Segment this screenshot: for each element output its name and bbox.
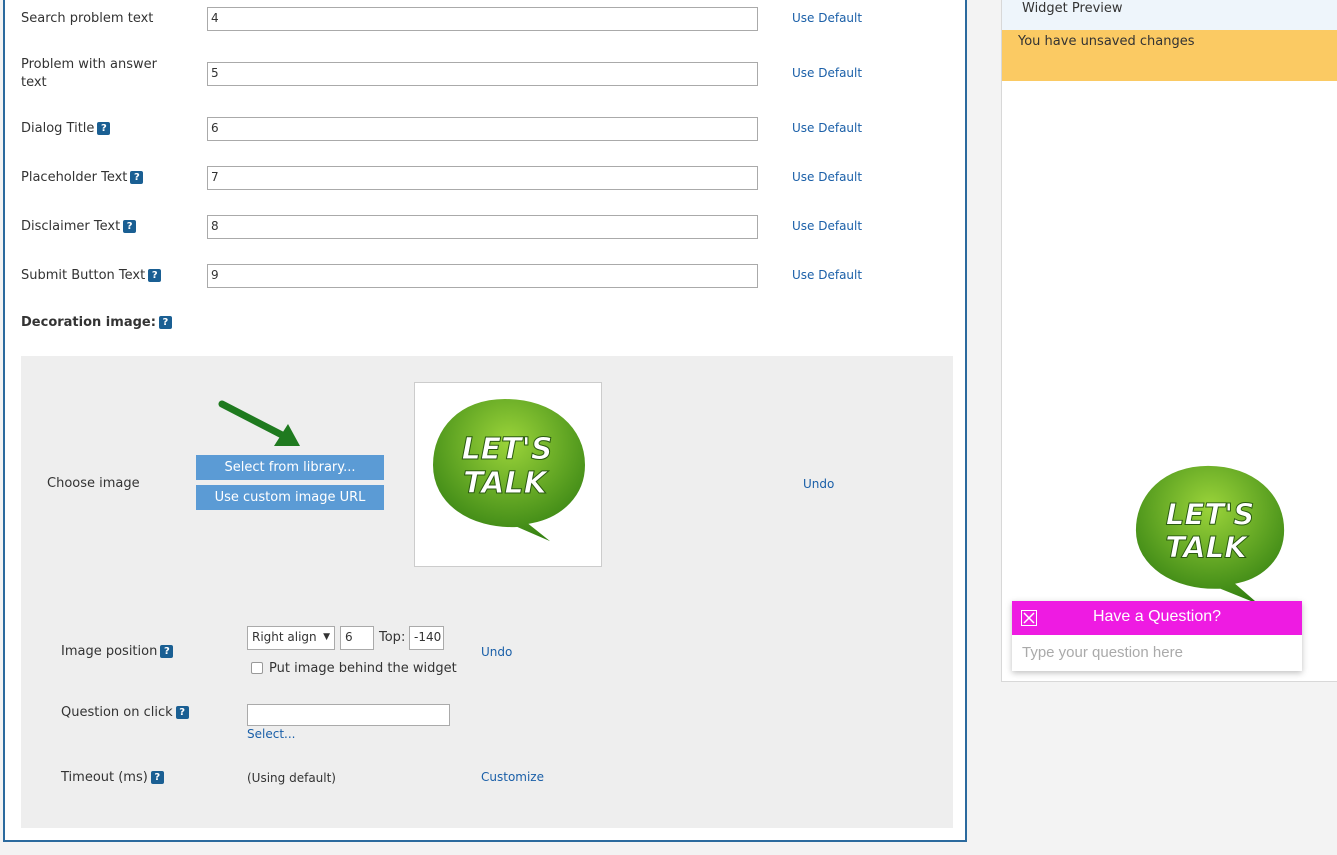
decoration-image-thumbnail: LET'S TALK: [414, 382, 602, 567]
question-widget-input[interactable]: Type your question here: [1022, 644, 1183, 661]
preview-lets-talk-bubble-icon: LET'S TALK: [1132, 461, 1289, 612]
help-icon[interactable]: ?: [123, 220, 137, 233]
timeout-customize-link[interactable]: Customize: [481, 770, 544, 784]
problem-answer-label: Problem with answer text: [21, 57, 157, 90]
use-custom-image-url-button[interactable]: Use custom image URL: [196, 485, 384, 510]
image-offset-input[interactable]: 6: [340, 626, 374, 650]
search-problem-use-default-link[interactable]: Use Default: [792, 11, 862, 25]
timeout-label: Timeout (ms)?: [61, 769, 164, 787]
dialog-title-input[interactable]: 6: [207, 117, 758, 141]
green-arrow-icon: [218, 400, 300, 446]
choose-image-label: Choose image: [47, 476, 140, 491]
widget-preview-header: Widget Preview: [1002, 0, 1337, 30]
disclaimer-text-use-default-link[interactable]: Use Default: [792, 219, 862, 233]
question-widget-title: Have a Question?: [1092, 608, 1222, 625]
unsaved-changes-banner: You have unsaved changes: [1002, 30, 1337, 81]
behind-widget-checkbox[interactable]: [251, 662, 263, 674]
submit-button-text-label: Submit Button Text?: [21, 267, 162, 285]
image-align-value: Right align: [252, 630, 317, 644]
placeholder-text-label: Placeholder Text?: [21, 169, 144, 187]
placeholder-text-use-default-link[interactable]: Use Default: [792, 170, 862, 184]
select-from-library-button[interactable]: Select from library...: [196, 455, 384, 480]
chevron-down-icon: ▼: [323, 632, 330, 642]
question-widget[interactable]: Have a Question? Type your question here: [1012, 601, 1302, 671]
lets-talk-bubble-icon: LET'S TALK: [428, 394, 590, 551]
preview-bubble-line-2: TALK: [1165, 531, 1249, 565]
help-icon[interactable]: ?: [150, 771, 164, 784]
question-select-link[interactable]: Select...: [247, 727, 295, 741]
help-icon[interactable]: ?: [175, 706, 189, 719]
timeout-value: (Using default): [247, 771, 336, 785]
problem-answer-input[interactable]: 5: [207, 62, 758, 86]
bubble-line-2: TALK: [463, 466, 549, 501]
top-label: Top:: [379, 630, 406, 645]
image-position-undo-link[interactable]: Undo: [481, 645, 512, 659]
decoration-image-heading: Decoration image:?: [21, 314, 172, 332]
help-icon[interactable]: ?: [160, 645, 174, 658]
problem-answer-use-default-link[interactable]: Use Default: [792, 66, 862, 80]
dialog-title-use-default-link[interactable]: Use Default: [792, 121, 862, 135]
behind-widget-label: Put image behind the widget: [269, 661, 457, 676]
preview-bubble-line-1: LET'S: [1166, 497, 1255, 531]
disclaimer-text-input[interactable]: 8: [207, 215, 758, 239]
submit-button-text-input[interactable]: 9: [207, 264, 758, 288]
unsaved-changes-text: You have unsaved changes: [1018, 34, 1195, 49]
help-icon[interactable]: ?: [130, 171, 144, 184]
submit-button-text-use-default-link[interactable]: Use Default: [792, 268, 862, 282]
image-position-label: Image position?: [61, 643, 174, 661]
help-icon[interactable]: ?: [148, 269, 162, 282]
placeholder-text-input[interactable]: 7: [207, 166, 758, 190]
choose-image-undo-link[interactable]: Undo: [803, 477, 834, 491]
question-on-click-label: Question on click?: [61, 704, 189, 722]
question-on-click-input[interactable]: [247, 704, 450, 726]
image-top-input[interactable]: -140: [409, 626, 444, 650]
search-problem-input[interactable]: 4: [207, 7, 758, 31]
help-icon[interactable]: ?: [97, 122, 111, 135]
bubble-line-1: LET'S: [462, 432, 553, 467]
disclaimer-text-label: Disclaimer Text?: [21, 218, 137, 236]
search-problem-label: Search problem text: [21, 11, 154, 26]
question-widget-header: Have a Question?: [1012, 601, 1302, 635]
close-icon[interactable]: [1021, 610, 1037, 626]
help-icon[interactable]: ?: [158, 316, 172, 329]
dialog-title-label: Dialog Title?: [21, 120, 111, 138]
image-align-select[interactable]: Right align ▼: [247, 626, 335, 650]
widget-preview-title: Widget Preview: [1022, 1, 1123, 16]
